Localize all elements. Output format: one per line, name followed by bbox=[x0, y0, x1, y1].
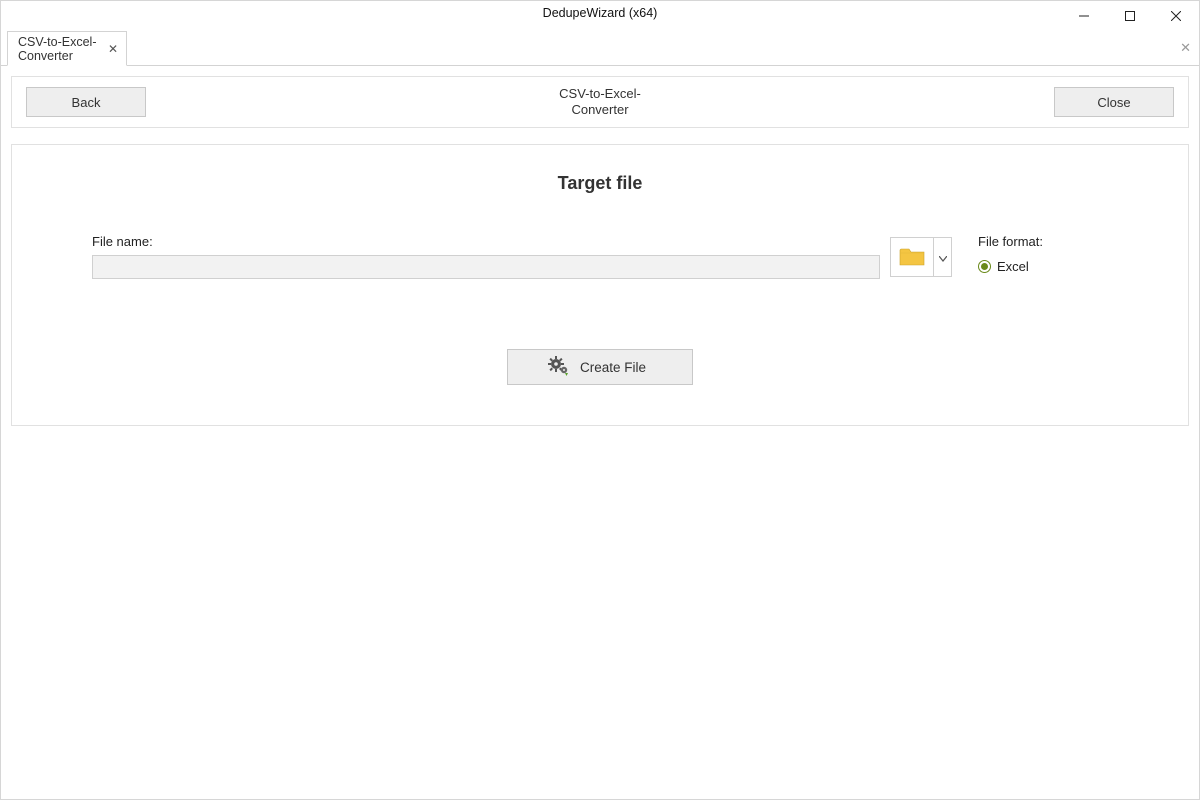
tab-label: CSV-to-Excel- Converter bbox=[18, 35, 97, 63]
browse-dropdown-button[interactable] bbox=[934, 237, 952, 277]
back-button[interactable]: Back bbox=[26, 87, 146, 117]
page-title: CSV-to-Excel- Converter bbox=[160, 86, 1040, 118]
titlebar: DedupeWizard (x64) bbox=[1, 1, 1199, 31]
browse-button[interactable] bbox=[890, 237, 934, 277]
create-file-label: Create File bbox=[580, 360, 646, 375]
create-file-button[interactable]: Create File bbox=[507, 349, 693, 385]
gears-icon bbox=[548, 356, 570, 379]
content-area: Back CSV-to-Excel- Converter Close Targe… bbox=[1, 66, 1199, 799]
page-header-bar: Back CSV-to-Excel- Converter Close bbox=[11, 76, 1189, 128]
tab-converter[interactable]: CSV-to-Excel- Converter ✕ bbox=[7, 31, 127, 66]
file-format-label: File format: bbox=[978, 234, 1108, 249]
maximize-button[interactable] bbox=[1107, 1, 1153, 31]
file-name-input[interactable] bbox=[92, 255, 880, 279]
chevron-down-icon bbox=[939, 250, 947, 265]
tab-strip: CSV-to-Excel- Converter ✕ ✕ bbox=[1, 31, 1199, 66]
folder-icon bbox=[899, 245, 925, 270]
target-file-panel: Target file File name: bbox=[11, 144, 1189, 426]
file-name-label: File name: bbox=[92, 234, 952, 249]
tab-close-icon[interactable]: ✕ bbox=[106, 42, 120, 56]
minimize-button[interactable] bbox=[1061, 1, 1107, 31]
close-button[interactable]: Close bbox=[1054, 87, 1174, 117]
format-option-excel[interactable]: Excel bbox=[978, 259, 1108, 274]
format-option-label: Excel bbox=[997, 259, 1029, 274]
window-close-button[interactable] bbox=[1153, 1, 1199, 31]
radio-icon bbox=[978, 260, 991, 273]
panel-title: Target file bbox=[32, 173, 1168, 194]
tabstrip-close-icon[interactable]: ✕ bbox=[1180, 40, 1191, 56]
window-title: DedupeWizard (x64) bbox=[0, 6, 1200, 20]
